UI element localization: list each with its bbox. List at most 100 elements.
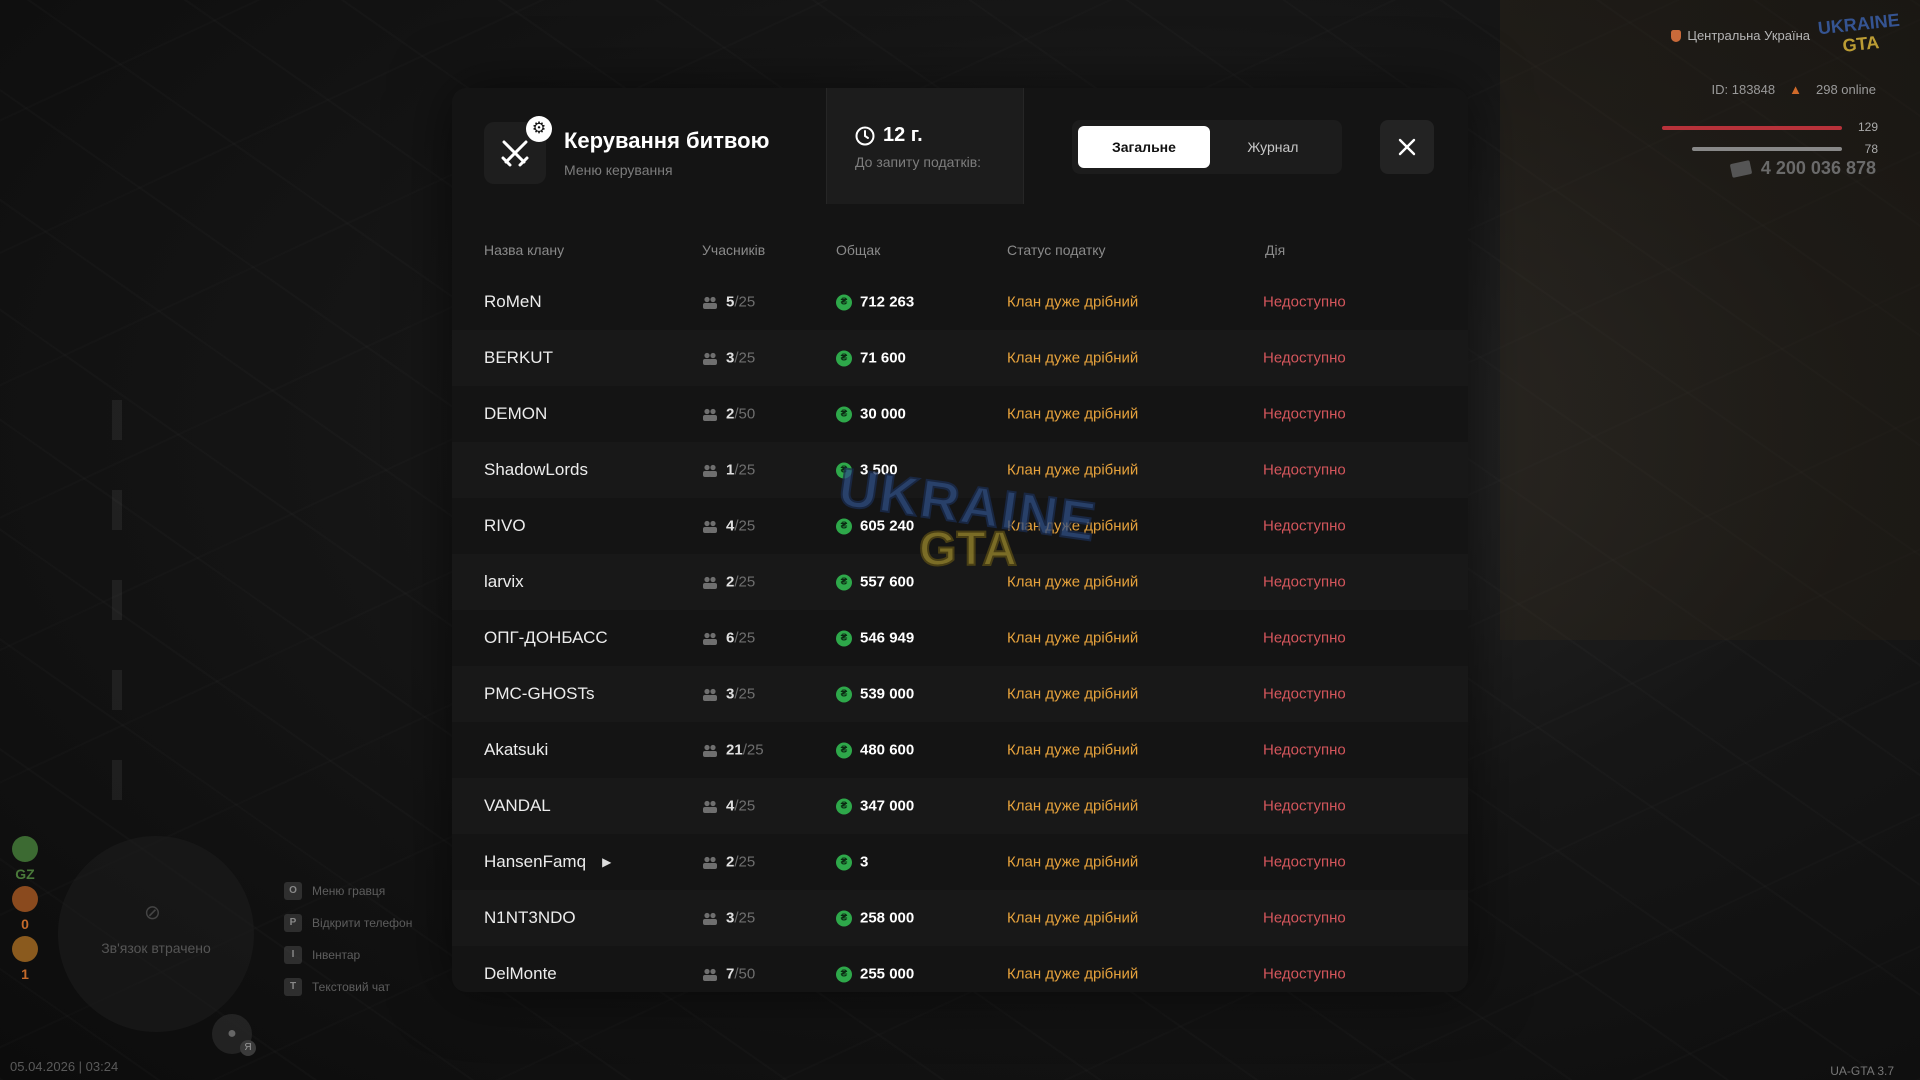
fund-value: 546 949: [860, 629, 915, 647]
minimap: ⊘ Зв'язок втрачено: [58, 836, 254, 1032]
player-id: ID: 183848: [1711, 82, 1776, 97]
action-unavailable[interactable]: Недоступно: [1263, 742, 1346, 759]
money-value: 4 200 036 878: [1760, 158, 1876, 178]
coin-icon: ₴: [836, 910, 852, 926]
keybind-row: I Інвентар: [284, 946, 412, 964]
clan-fund: ₴ 30 000: [836, 406, 906, 423]
column-header-members: Учасників: [702, 242, 766, 258]
table-row[interactable]: PMC-GHOSTs 3/25 ₴ 539 000 Клан дуже дрібний Н…: [452, 666, 1468, 722]
clan-name-text: VANDAL: [484, 796, 551, 815]
members-max: /25: [742, 741, 764, 759]
members-icon: [703, 688, 717, 701]
tax-status: Клан дуже дрібний: [1007, 461, 1139, 479]
mouse-cursor-icon: ▶: [602, 855, 612, 869]
fund-value: 539 000: [860, 685, 915, 703]
action-unavailable[interactable]: Недоступно: [1263, 798, 1346, 815]
fund-value: 3: [860, 853, 869, 871]
gear-icon: ⚙: [526, 116, 552, 142]
fund-value: 30 000: [860, 405, 906, 423]
clan-name-text: N1NT3NDO: [484, 908, 576, 927]
clan-name: BERKUT: [484, 348, 553, 368]
tax-status: Клан дуже дрібний: [1007, 909, 1139, 927]
close-button[interactable]: [1380, 120, 1434, 174]
clan-members: 21/25: [702, 742, 764, 759]
keybind-key: I: [284, 946, 302, 964]
table-row[interactable]: ОПГ-ДОНБАСС 6/25 ₴ 546 949 Клан дуже дрібний…: [452, 610, 1468, 666]
clan-members: 6/25: [702, 630, 755, 647]
members-icon: [703, 856, 717, 869]
members-max: /25: [734, 685, 756, 703]
clan-members: 3/25: [702, 686, 755, 703]
table-row[interactable]: larvix 2/25 ₴ 557 600 Клан дуже дрібний Недос…: [452, 554, 1468, 610]
fund-value: 255 000: [860, 965, 915, 983]
action-unavailable[interactable]: Недоступно: [1263, 966, 1346, 983]
table-row[interactable]: BERKUT 3/25 ₴ 71 600 Клан дуже дрібний Недост…: [452, 330, 1468, 386]
hud-player-info: ID: 183848 ▲ 298 online: [1712, 82, 1876, 97]
table-row[interactable]: ShadowLords 1/25 ₴ 3 500 Клан дуже дрібний Не…: [452, 442, 1468, 498]
modal-header: ⚙ Керування битвою Меню керування 12 г. …: [452, 88, 1468, 206]
members-max: /25: [734, 853, 756, 871]
tab-general[interactable]: Загальне: [1078, 126, 1210, 168]
greenzone-label: GZ: [15, 866, 35, 882]
clan-name: DEMON: [484, 404, 547, 424]
no-signal-icon: ⊘: [144, 902, 161, 924]
action-unavailable[interactable]: Недоступно: [1263, 462, 1346, 479]
action-unavailable[interactable]: Недоступно: [1263, 350, 1346, 367]
hud-datetime: 05.04.2026 | 03:24: [10, 1059, 119, 1074]
fund-value: 605 240: [860, 517, 915, 535]
table-row[interactable]: N1NT3NDO 3/25 ₴ 258 000 Клан дуже дрібний Нед…: [452, 890, 1468, 946]
clan-fund: ₴ 347 000: [836, 798, 914, 815]
coin-icon: ₴: [836, 462, 852, 478]
tab-journal[interactable]: Журнал: [1210, 126, 1336, 168]
action-unavailable[interactable]: Недоступно: [1263, 518, 1346, 535]
table-row[interactable]: VANDAL 4/25 ₴ 347 000 Клан дуже дрібний Недос…: [452, 778, 1468, 834]
clan-fund: ₴ 3 500: [836, 462, 898, 479]
action-unavailable[interactable]: Недоступно: [1263, 854, 1346, 871]
action-unavailable[interactable]: Недоступно: [1263, 294, 1346, 311]
action-unavailable[interactable]: Недоступно: [1263, 630, 1346, 647]
table-row[interactable]: RoMeN 5/25 ₴ 712 263 Клан дуже дрібний Недост…: [452, 274, 1468, 330]
action-unavailable[interactable]: Недоступно: [1263, 686, 1346, 703]
location-pin-icon: [1671, 29, 1682, 42]
table-row[interactable]: DelMonte 7/50 ₴ 255 000 Клан дуже дрібний Нед…: [452, 946, 1468, 992]
action-unavailable[interactable]: Недоступно: [1263, 910, 1346, 927]
modal-title-block: Керування битвою Меню керування: [564, 128, 769, 178]
clan-fund: ₴ 71 600: [836, 350, 906, 367]
members-max: /25: [734, 349, 756, 367]
members-icon: [703, 464, 717, 477]
members-max: /50: [734, 405, 756, 423]
tax-status: Клан дуже дрібний: [1007, 741, 1139, 759]
members-max: /25: [734, 909, 756, 927]
clan-fund: ₴ 546 949: [836, 630, 914, 647]
clan-members: 4/25: [702, 798, 755, 815]
table-row[interactable]: HansenFamq ▶ 2/25 ₴ 3 Клан дуже дрібний Недост…: [452, 834, 1468, 890]
action-unavailable[interactable]: Недоступно: [1263, 574, 1346, 591]
fund-value: 258 000: [860, 909, 915, 927]
clan-name-text: HansenFamq: [484, 852, 587, 871]
clan-name-text: PMC-GHOSTs: [484, 684, 595, 703]
clan-name-text: Akatsuki: [484, 740, 549, 759]
table-row[interactable]: DEMON 2/50 ₴ 30 000 Клан дуже дрібний Недосту…: [452, 386, 1468, 442]
members-icon: [703, 912, 717, 925]
table-row[interactable]: Akatsuki 21/25 ₴ 480 600 Клан дуже дрібний Не…: [452, 722, 1468, 778]
members-icon: [703, 296, 717, 309]
table-row[interactable]: RIVO 4/25 ₴ 605 240 Клан дуже дрібний Недосту…: [452, 498, 1468, 554]
fund-value: 557 600: [860, 573, 915, 591]
tab-bar: Загальне Журнал: [1072, 120, 1342, 174]
close-icon: [1398, 138, 1416, 156]
action-unavailable[interactable]: Недоступно: [1263, 406, 1346, 423]
clan-name: VANDAL: [484, 796, 551, 816]
tax-status: Клан дуже дрібний: [1007, 293, 1139, 311]
clan-table-body: RoMeN 5/25 ₴ 712 263 Клан дуже дрібний Недост…: [452, 274, 1468, 992]
armor-value: 78: [1864, 142, 1878, 156]
members-count: 21: [726, 741, 743, 759]
background-road-marking: [112, 400, 122, 820]
members-max: /25: [734, 797, 756, 815]
members-icon: [703, 968, 717, 981]
clan-name-text: RIVO: [484, 516, 526, 535]
clan-table-header: Назва клану Учасників Общак Статус подат…: [452, 224, 1468, 274]
clan-name-text: ShadowLords: [484, 460, 588, 479]
coin-icon: ₴: [836, 630, 852, 646]
tax-status: Клан дуже дрібний: [1007, 517, 1139, 535]
column-header-fund: Общак: [836, 242, 881, 258]
